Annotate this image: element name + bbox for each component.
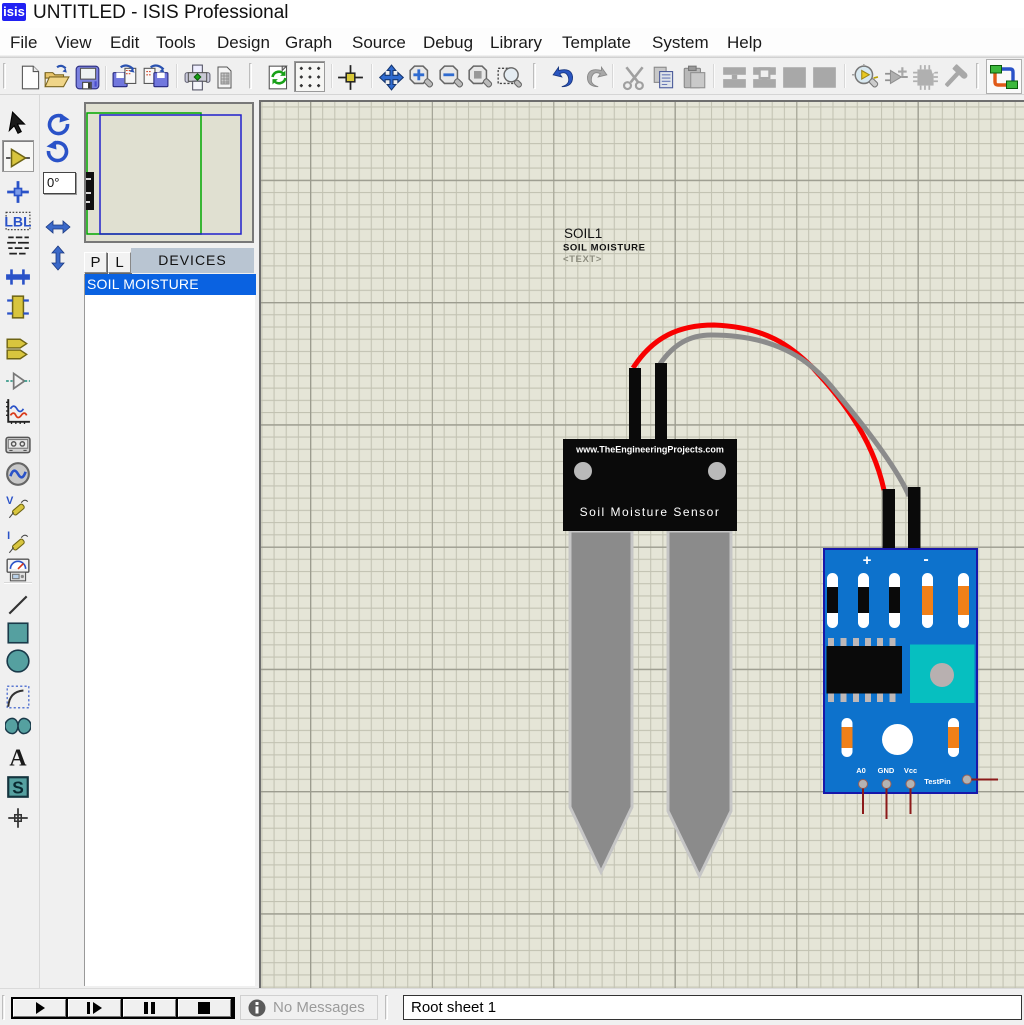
svg-text:S: S	[12, 778, 24, 798]
svg-text:SOIL1: SOIL1	[564, 226, 602, 241]
svg-text:Vcc: Vcc	[904, 766, 917, 775]
svg-text:GND: GND	[878, 766, 895, 775]
svg-text:-: -	[923, 551, 928, 568]
svg-text:SOIL MOISTURE: SOIL MOISTURE	[563, 243, 646, 254]
svg-text:LBL: LBL	[5, 213, 31, 229]
svg-text:<TEXT>: <TEXT>	[563, 254, 602, 265]
svg-text:TestPin: TestPin	[924, 777, 951, 786]
svg-text:A0: A0	[856, 766, 866, 775]
svg-text:I: I	[7, 530, 10, 542]
svg-text:A: A	[9, 746, 27, 770]
svg-text:www.TheEngineeringProjects.com: www.TheEngineeringProjects.com	[575, 445, 724, 455]
svg-text:V: V	[6, 495, 14, 507]
svg-text:+: +	[863, 552, 872, 569]
svg-text:Soil Moisture Sensor: Soil Moisture Sensor	[580, 505, 721, 519]
